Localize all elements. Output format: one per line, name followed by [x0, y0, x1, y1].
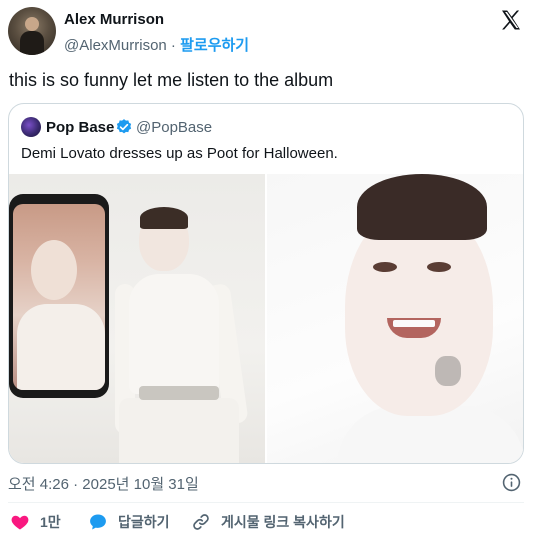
quoted-avatar[interactable]: [21, 117, 41, 137]
author-name[interactable]: Alex Murrison: [64, 11, 164, 28]
media-photo-right[interactable]: [267, 174, 523, 463]
figure-top: [129, 274, 219, 394]
portrait-eye-right: [427, 262, 451, 272]
author-handle[interactable]: @AlexMurrison: [64, 37, 167, 54]
figure-belt: [139, 386, 219, 400]
copy-link-label: 게시물 링크 복사하기: [221, 514, 345, 530]
copy-link-button[interactable]: 게시물 링크 복사하기: [191, 512, 345, 532]
phone-screen: [13, 204, 105, 390]
figure-hair: [140, 207, 188, 229]
reply-button[interactable]: 답글하기: [88, 512, 170, 532]
follow-button[interactable]: 팔로우하기: [180, 37, 249, 54]
heart-icon: [11, 515, 29, 530]
reply-label: 답글하기: [118, 514, 170, 530]
portrait-eye-left: [373, 262, 397, 272]
phone-prop: [9, 194, 109, 398]
portrait-teeth: [393, 320, 435, 327]
info-icon[interactable]: [502, 473, 521, 492]
portrait-neck-tattoo: [435, 356, 461, 386]
reply-bubble-icon: [90, 514, 106, 530]
like-button[interactable]: 1만: [10, 512, 61, 532]
handle-separator: ·: [166, 37, 181, 54]
figure-skirt: [119, 398, 239, 463]
link-icon: [193, 514, 209, 530]
tweet-timestamp[interactable]: 오전 4:26 · 2025년 10월 31일: [8, 473, 199, 494]
like-count: 1만: [40, 514, 61, 530]
divider: [8, 502, 524, 503]
verified-badge-icon: [116, 119, 132, 134]
author-handle-line: @AlexMurrison · 팔로우하기: [64, 34, 249, 55]
quoted-tweet-text: Demi Lovato dresses up as Poot for Hallo…: [21, 145, 338, 162]
quoted-tweet[interactable]: Pop Base @PopBase Demi Lovato dresses up…: [8, 103, 524, 464]
quoted-author-name[interactable]: Pop Base: [46, 119, 114, 136]
phone-screen-shoulders: [17, 304, 105, 390]
portrait-hair: [357, 174, 487, 240]
author-avatar[interactable]: [8, 7, 56, 55]
avatar-figure-body: [20, 31, 44, 55]
quoted-author-handle[interactable]: @PopBase: [136, 119, 212, 136]
phone-screen-face: [31, 240, 77, 300]
media-photo-left[interactable]: [9, 174, 265, 463]
x-logo-icon[interactable]: [499, 8, 523, 32]
tweet-text: this is so funny let me listen to the al…: [9, 70, 334, 90]
avatar-figure-head: [25, 17, 39, 31]
